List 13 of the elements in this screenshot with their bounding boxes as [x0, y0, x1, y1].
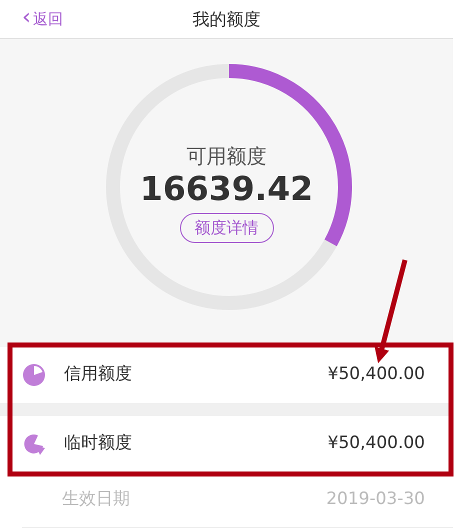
row-value: ¥50,400.00	[328, 363, 425, 386]
row-label: 生效日期	[62, 488, 131, 511]
pie-chart-icon	[22, 363, 46, 387]
row-label: 信用额度	[64, 363, 133, 386]
available-label: 可用额度	[186, 143, 266, 169]
row-value: ¥50,400.00	[328, 432, 425, 456]
page-title: 我的额度	[192, 10, 260, 30]
available-amount: 16639.42	[140, 169, 314, 209]
back-link[interactable]: ‹返回	[22, 8, 63, 30]
row-value: 2019-03-30	[326, 488, 425, 511]
details-button[interactable]: 额度详情	[180, 213, 274, 243]
pie-slice-icon	[22, 432, 46, 456]
row-label: 临时额度	[64, 432, 133, 456]
